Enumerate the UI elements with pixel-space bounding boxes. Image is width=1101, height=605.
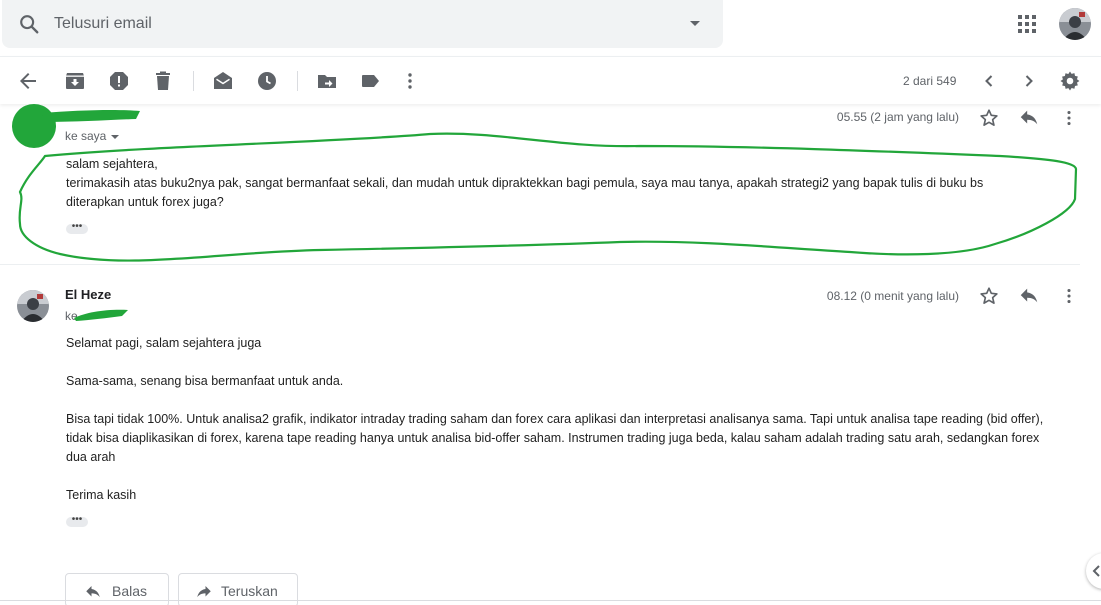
reply-icon <box>86 586 100 598</box>
redacted-recipient <box>74 309 128 321</box>
toolbar-divider <box>193 71 194 91</box>
reply-icon[interactable] <box>1018 285 1040 307</box>
forward-icon <box>197 586 211 598</box>
search-bar[interactable] <box>2 0 723 48</box>
chevron-left-icon[interactable] <box>1092 565 1101 577</box>
reply-button-label: Balas <box>112 583 148 599</box>
mark-unread-icon[interactable] <box>211 69 235 93</box>
search-icon[interactable] <box>18 13 40 35</box>
message-2-body: Selamat pagi, salam sejahtera juga Sama-… <box>66 334 1056 505</box>
message-toolbar: 2 dari 549 <box>0 56 1101 104</box>
previous-chevron-icon[interactable] <box>977 69 1001 93</box>
pagination-label: 2 dari 549 <box>903 74 957 88</box>
settings-gear-icon[interactable] <box>1058 69 1082 93</box>
body-paragraph: Bisa tapi tidak 100%. Untuk analisa2 gra… <box>66 412 1044 464</box>
label-icon[interactable] <box>359 69 383 93</box>
body-paragraph: Terima kasih <box>66 488 137 502</box>
body-paragraph: Sama-sama, senang bisa bermanfaat untuk … <box>66 374 344 388</box>
sender-avatar[interactable] <box>17 290 49 322</box>
bottom-divider <box>0 600 1101 601</box>
show-trimmed-content-button[interactable]: ••• <box>66 515 88 527</box>
forward-button-label: Teruskan <box>221 583 278 599</box>
archive-icon[interactable] <box>63 69 87 93</box>
move-to-icon[interactable] <box>315 69 339 93</box>
body-paragraph: Selamat pagi, salam sejahtera juga <box>66 336 262 350</box>
next-chevron-icon[interactable] <box>1017 69 1041 93</box>
apps-grid-icon[interactable] <box>1017 14 1037 34</box>
side-panel-toggle[interactable] <box>1086 553 1101 589</box>
toolbar-divider <box>297 71 298 91</box>
star-icon[interactable] <box>978 285 1000 307</box>
delete-icon[interactable] <box>151 69 175 93</box>
search-input[interactable] <box>54 12 654 36</box>
report-spam-icon[interactable] <box>107 69 131 93</box>
back-arrow-icon[interactable] <box>16 69 40 93</box>
message-1: ke saya 05.55 (2 jam yang lalu) salam se… <box>0 104 1080 265</box>
search-options-caret-icon[interactable] <box>690 21 700 26</box>
top-bar <box>0 0 1101 56</box>
more-options-icon[interactable] <box>398 69 422 93</box>
message-date: 08.12 (0 menit yang lalu) <box>826 289 959 303</box>
message-more-icon[interactable] <box>1058 285 1080 307</box>
sender-name: El Heze <box>65 287 112 302</box>
account-avatar[interactable] <box>1059 8 1091 40</box>
snooze-clock-icon[interactable] <box>255 69 279 93</box>
green-highlight-outline <box>18 132 1078 262</box>
message-2: El Heze ke 08.12 (0 menit yang lalu) Sel… <box>0 266 1080 605</box>
